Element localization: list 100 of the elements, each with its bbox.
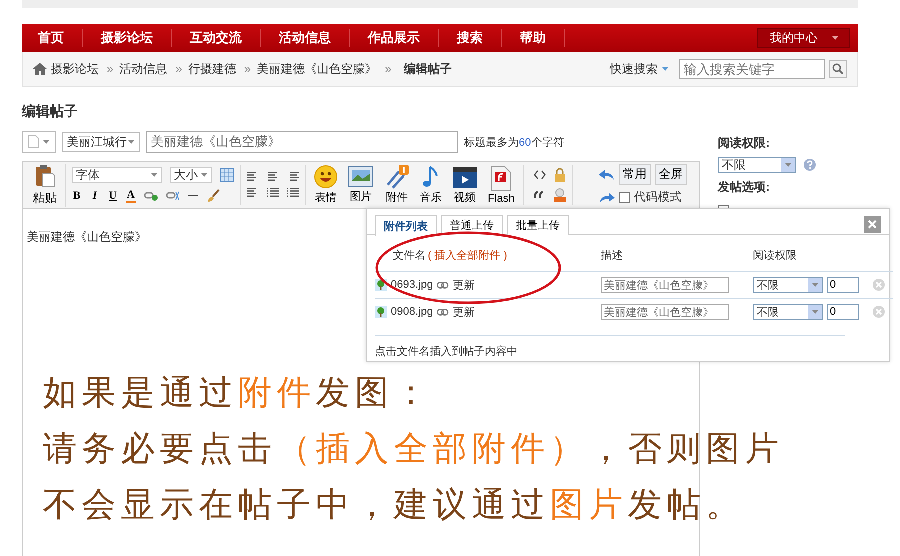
list-icon[interactable] <box>287 188 299 198</box>
close-button[interactable] <box>864 216 881 233</box>
page-icon <box>28 135 40 149</box>
redo-icon[interactable] <box>599 192 615 204</box>
price-field[interactable]: 0 <box>827 277 859 293</box>
toolbar-mode-button[interactable]: 常用 <box>619 164 651 185</box>
update-link[interactable]: 更新 <box>453 304 476 320</box>
breadcrumb-link[interactable]: 摄影论坛 <box>51 60 99 78</box>
paste-button[interactable]: 粘贴 <box>29 164 66 206</box>
free-tag-icon[interactable] <box>554 188 566 202</box>
permission-dropdown[interactable]: 不限 <box>753 304 823 320</box>
title-hint: 标题最多为60个字符 <box>464 136 564 150</box>
format-button[interactable]: U <box>108 190 118 202</box>
price-field[interactable]: 0 <box>827 304 859 320</box>
caret-icon <box>784 163 792 167</box>
update-link[interactable]: 更新 <box>453 278 476 292</box>
smiley-icon <box>314 165 338 189</box>
format-button[interactable]: B <box>72 190 82 202</box>
nav-link[interactable]: 搜索 <box>439 29 502 47</box>
editor-text: 美丽建德《山色空朦》 <box>27 229 148 246</box>
file-name-link[interactable]: 0908.jpg <box>391 306 434 318</box>
code-icon[interactable] <box>534 170 546 180</box>
caret-icon <box>662 67 669 71</box>
nav-link[interactable]: 帮助 <box>502 29 565 47</box>
file-name-link[interactable]: 0693.jpg <box>391 279 434 291</box>
dialog-tab[interactable]: 附件列表 <box>375 215 437 236</box>
align-icon[interactable] <box>247 172 259 182</box>
post-options-label: 发帖选项: <box>718 179 771 196</box>
format-button[interactable]: A <box>126 189 136 203</box>
nav-link[interactable]: 首页 <box>22 29 83 47</box>
media-button[interactable]: 表情 <box>312 165 340 205</box>
column-header: 描述 <box>601 249 623 263</box>
format-button[interactable]: I <box>90 190 100 202</box>
media-button[interactable]: Flash <box>486 166 517 204</box>
breadcrumb-link[interactable]: 行摄建德 <box>188 60 236 78</box>
nav-link[interactable]: 作品展示 <box>350 29 439 47</box>
column-header: 文件名 <box>393 248 426 263</box>
unlink-icon[interactable] <box>166 191 180 201</box>
image-file-icon <box>375 306 387 318</box>
caret-icon <box>43 140 50 144</box>
column-header: 阅读权限 <box>753 249 797 263</box>
read-permission-dropdown[interactable]: 不限 <box>718 157 796 173</box>
breadcrumb-separator: » <box>176 62 182 76</box>
dialog-tab[interactable]: 批量上传 <box>507 215 569 235</box>
link-icon <box>437 282 450 288</box>
annotation-text: 不会显示在帖子中，建议通过 图片发帖。 <box>43 485 745 526</box>
caret-icon <box>832 36 839 40</box>
category-dropdown[interactable]: 美丽江城行 <box>62 132 140 152</box>
quick-search-link[interactable]: 快速搜索 <box>610 60 658 78</box>
picture-icon <box>348 166 374 188</box>
list-icon[interactable] <box>267 188 279 198</box>
caret-icon <box>151 173 158 177</box>
nav-link[interactable]: 摄影论坛 <box>83 29 172 47</box>
breadcrumb-current: 编辑帖子 <box>404 60 452 78</box>
film-clapper-icon <box>452 165 478 189</box>
breadcrumb-link[interactable]: 活动信息 <box>120 60 168 78</box>
font-dropdown[interactable]: 字体 <box>72 167 162 183</box>
size-dropdown[interactable]: 大小 <box>170 167 212 183</box>
toolbar-mode-button[interactable]: 全屏 <box>655 164 687 185</box>
user-menu-button[interactable]: 我的中心 <box>757 28 850 48</box>
annotation-text: 请务必要点击（插入全部附件），否则图片 <box>43 429 784 470</box>
dialog-footer-text: 点击文件名插入到帖子内容中 <box>375 335 845 359</box>
search-button[interactable] <box>829 60 847 78</box>
description-field[interactable]: 美丽建德《山色空朦》 <box>601 277 729 293</box>
align-icon[interactable] <box>287 172 299 182</box>
nav-link[interactable]: 互动交流 <box>172 29 261 47</box>
paperclip-icon <box>384 165 410 189</box>
description-field[interactable]: 美丽建德《山色空朦》 <box>601 304 729 320</box>
close-icon <box>868 220 877 229</box>
title-field[interactable]: 美丽建德《山色空朦》 <box>146 131 458 153</box>
permission-dropdown[interactable]: 不限 <box>753 277 823 293</box>
indent-icon[interactable] <box>247 188 259 198</box>
caret-icon <box>812 310 818 314</box>
brush-icon[interactable] <box>206 189 220 203</box>
table-icon[interactable] <box>220 168 234 182</box>
breadcrumb-separator: » <box>107 62 114 76</box>
caret-icon <box>128 140 135 144</box>
home-icon <box>33 63 47 75</box>
page-heading: 编辑帖子 <box>22 103 79 121</box>
read-permission-label: 阅读权限: <box>718 135 771 152</box>
lock-icon[interactable] <box>554 168 566 182</box>
annotation-text: 如果是通过 附件发图： <box>43 373 433 414</box>
search-field[interactable]: 输入搜索关键字 <box>679 59 825 79</box>
link-icon[interactable] <box>144 191 158 201</box>
quote-icon[interactable] <box>534 190 546 200</box>
code-mode-checkbox[interactable] <box>619 192 630 203</box>
nav-link[interactable]: 活动信息 <box>261 29 350 47</box>
align-icon[interactable] <box>267 172 279 182</box>
insert-all-link[interactable]: ( 插入全部附件 ) <box>428 248 508 263</box>
breadcrumb-separator: » <box>244 62 252 76</box>
horizontal-rule-icon[interactable] <box>188 194 198 198</box>
undo-icon[interactable] <box>599 168 615 180</box>
media-button[interactable]: 视频 <box>450 165 480 205</box>
media-button[interactable]: 图片 <box>346 166 376 204</box>
breadcrumb-link[interactable]: 美丽建德《山色空朦》 <box>257 60 378 78</box>
clipboard-icon <box>34 164 56 188</box>
caret-icon <box>812 283 818 287</box>
breadcrumb-separator: » <box>385 62 392 76</box>
media-button[interactable]: 附件 <box>382 165 412 205</box>
media-button[interactable]: 音乐 <box>418 165 444 205</box>
